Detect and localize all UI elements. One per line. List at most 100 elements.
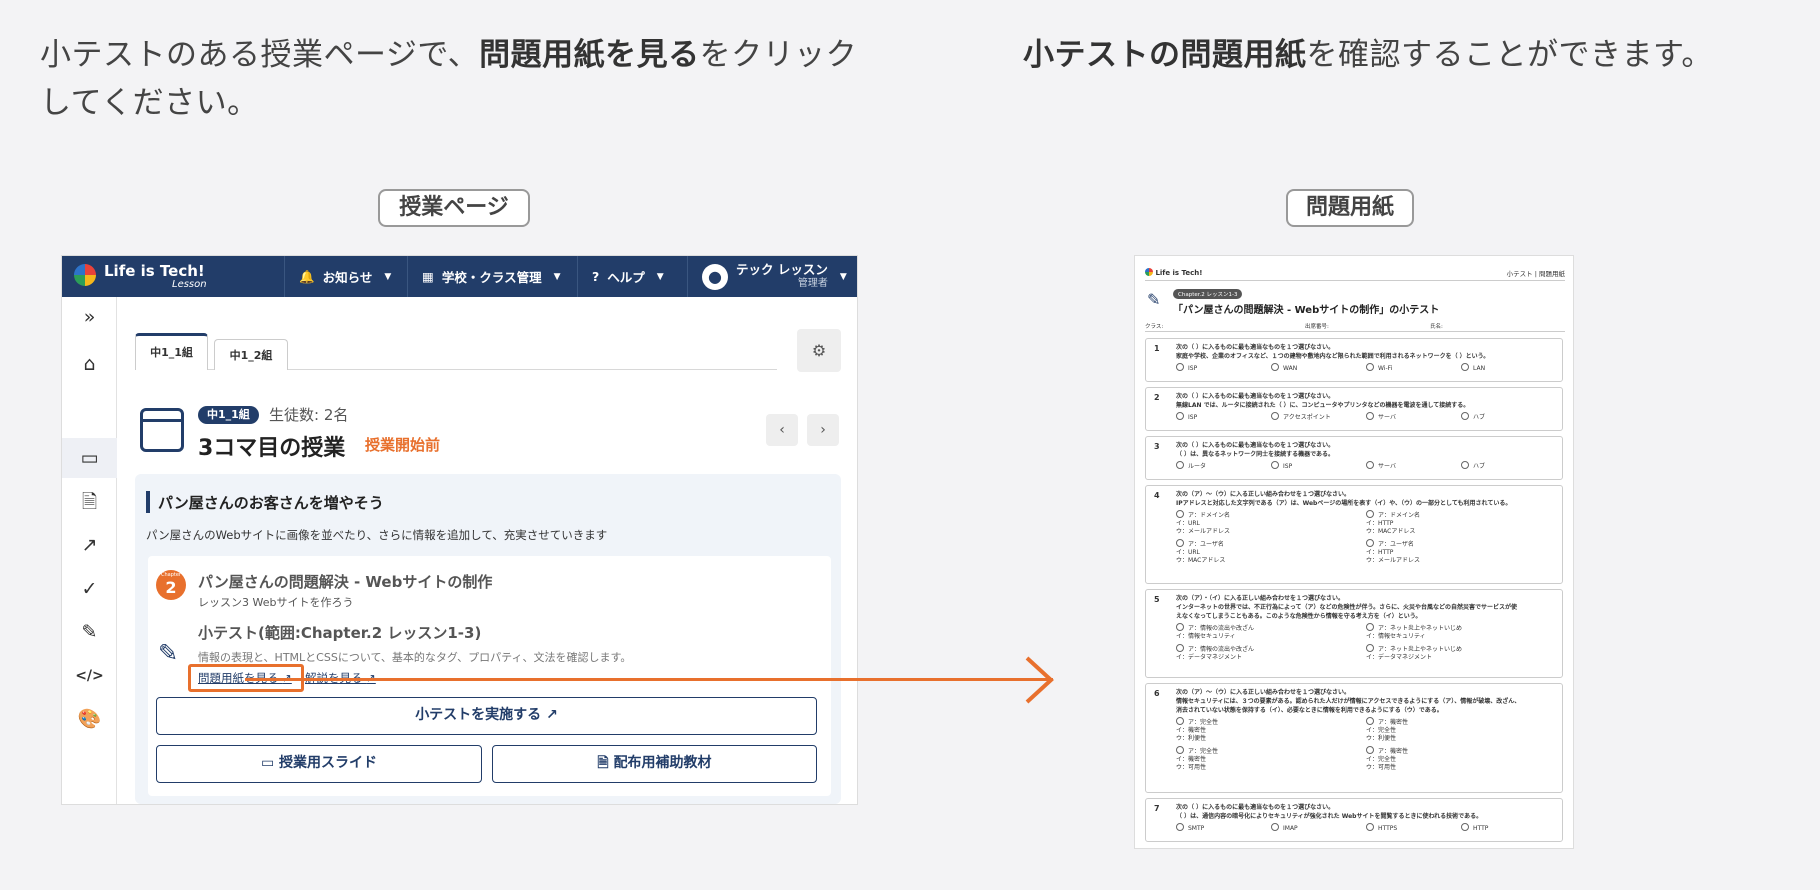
building-icon: ▦ xyxy=(422,269,434,284)
right-caption: 小テストの問題用紙を確認することができます。 xyxy=(1023,37,1713,73)
materials-button[interactable]: 🗎 配布用補助教材 xyxy=(492,745,817,783)
left-caption: 小テストのある授業ページで、問題用紙を見るをクリック してください。 xyxy=(40,37,858,121)
chevron-down-icon: ▼ xyxy=(553,271,561,282)
answer-option[interactable]: アクセスポイント xyxy=(1271,412,1331,422)
question-item: 4 次の（ア）～（ウ）に入る正しい組み合わせを１つ選びなさい。 IPアドレスと対応… xyxy=(1145,485,1563,584)
paper-logo: Life is Tech! xyxy=(1145,268,1202,277)
answer-option[interactable]: LAN xyxy=(1461,363,1485,373)
answer-option[interactable]: ハブ xyxy=(1461,461,1485,471)
tab-class-2[interactable]: 中1_2組 xyxy=(214,339,288,370)
answer-option[interactable]: Wi-Fi xyxy=(1366,363,1392,373)
arrow-head-icon xyxy=(1025,656,1054,704)
answer-option[interactable]: ア：ネット炎上やネットいじめ イ：情報セキュリティ xyxy=(1366,623,1462,641)
home-icon[interactable]: ⌂ xyxy=(62,344,117,384)
question-text: 次の（ ）に入るものに最も適当なものを１つ選びなさい。 無線LAN では、ルータ… xyxy=(1176,393,1470,409)
question-item: 3 次の（ ）に入るものに最も適当なものを１つ選びなさい。 （ ）は、異なるネット… xyxy=(1145,436,1563,480)
document-edit-icon[interactable]: 🗎 xyxy=(62,482,117,522)
answer-option[interactable]: ア：ユーザ名 イ：URL ウ：MACアドレス xyxy=(1176,539,1225,565)
answer-option[interactable]: ア：ユーザ名 イ：HTTP ウ：メールアドレス xyxy=(1366,539,1420,565)
calendar-icon xyxy=(140,408,184,452)
pen-icon[interactable]: ✎ xyxy=(62,612,117,652)
answer-option[interactable]: サーバ xyxy=(1366,461,1396,471)
prev-button[interactable]: ‹ xyxy=(766,414,798,446)
quiz-title: 小テスト(範囲:Chapter.2 レッスン1-3) xyxy=(198,624,482,642)
answer-option[interactable]: SMTP xyxy=(1176,823,1204,833)
answer-option[interactable]: ア：完全性 イ：機密性 ウ：可用性 xyxy=(1176,746,1218,772)
external-link-icon: ↗ xyxy=(546,707,558,723)
answer-option[interactable]: ア：機密性 イ：完全性 ウ：利便性 xyxy=(1366,717,1408,743)
answer-option[interactable]: ISP xyxy=(1176,412,1197,422)
answer-option[interactable]: ハブ xyxy=(1461,412,1485,422)
palette-icon[interactable]: 🎨 xyxy=(62,699,117,739)
answer-option[interactable]: ア：ドメイン名 イ：HTTP ウ：MACアドレス xyxy=(1366,510,1420,536)
tab-class-1[interactable]: 中1_1組 xyxy=(135,333,208,370)
question-text: 次の（ア）・（イ）に入る正しい組み合わせを１つ選びなさい。 インターネットの世界… xyxy=(1176,595,1517,620)
field-class: クラス: xyxy=(1145,324,1164,330)
quiz-desc: 情報の表現と、HTMLとCSSについて、基本的なタグ、プロパティ、文法を確認しま… xyxy=(198,651,632,664)
lesson-title: 3コマ目の授業 xyxy=(198,436,346,461)
expand-icon[interactable]: » xyxy=(62,297,117,337)
nav-news[interactable]: 🔔 お知らせ ▼ xyxy=(284,256,407,297)
chevron-down-icon: ▼ xyxy=(839,271,847,282)
question-number: 2 xyxy=(1154,393,1160,402)
question-text: 次の（ ）に入るものに最も適当なものを１つ選びなさい。 （ ）は、通信内容の暗号… xyxy=(1176,804,1483,820)
settings-gear-icon[interactable]: ⚙ xyxy=(797,329,841,372)
paper-header-rule xyxy=(1145,280,1565,281)
paper-pen-icon: ✎ xyxy=(1147,290,1161,309)
field-name: 氏名: xyxy=(1430,324,1443,330)
nav-school-management[interactable]: ▦ 学校・クラス管理 ▼ xyxy=(407,256,577,297)
answer-option[interactable]: ISP xyxy=(1176,363,1197,373)
question-number: 1 xyxy=(1154,344,1160,353)
question-number: 5 xyxy=(1154,595,1160,604)
code-icon[interactable]: </> xyxy=(62,656,117,696)
run-quiz-button[interactable]: 小テストを実施する ↗ xyxy=(156,697,817,735)
logo-mark-icon xyxy=(74,264,96,286)
logo-mark-icon xyxy=(1145,268,1153,276)
left-label: 授業ページ xyxy=(378,189,530,227)
answer-option[interactable]: ア：情報の流出や改ざん イ：情報セキュリティ xyxy=(1176,623,1254,641)
answer-option[interactable]: ア：ネット炎上やネットいじめ イ：データマネジメント xyxy=(1366,644,1462,662)
question-item: 5 次の（ア）・（イ）に入る正しい組み合わせを１つ選びなさい。 インターネットの世… xyxy=(1145,589,1563,678)
sidebar: » ⌂ ▭ 🗎 ↗ ✓ ✎ </> 🎨 xyxy=(62,297,117,804)
answer-option[interactable]: IMAP xyxy=(1271,823,1298,833)
answer-option[interactable]: WAN xyxy=(1271,363,1297,373)
question-number: 6 xyxy=(1154,689,1160,698)
answer-option[interactable]: サーバ xyxy=(1366,412,1396,422)
chapter-title: パン屋さんの問題解決 - Webサイトの制作 xyxy=(198,573,493,591)
terminal-icon[interactable]: ▭ xyxy=(62,438,117,478)
answer-option[interactable]: HTTPS xyxy=(1366,823,1397,833)
paper-fields-rule xyxy=(1145,331,1565,332)
bell-icon: 🔔 xyxy=(299,268,315,284)
question-item: 6 次の（ア）～（ウ）に入る正しい組み合わせを１つ選びなさい。 情報セキュリティに… xyxy=(1145,683,1563,793)
question-item: 7 次の（ ）に入るものに最も適当なものを１つ選びなさい。 （ ）は、通信内容の暗… xyxy=(1145,798,1563,842)
question-number: 3 xyxy=(1154,442,1160,451)
quiz-pen-icon: ✎ xyxy=(158,639,179,667)
answer-option[interactable]: ア：ドメイン名 イ：URL ウ：メールアドレス xyxy=(1176,510,1230,536)
question-text: 次の（ア）～（ウ）に入る正しい組み合わせを１つ選びなさい。 IPアドレスと対応し… xyxy=(1176,491,1512,507)
answer-option[interactable]: ISP xyxy=(1271,461,1292,471)
arrow-line xyxy=(245,678,1053,681)
answer-option[interactable]: ア：完全性 イ：機密性 ウ：利便性 xyxy=(1176,717,1218,743)
question-text: 次の（ア）～（ウ）に入る正しい組み合わせを１つ選びなさい。 情報セキュリティには… xyxy=(1176,689,1521,714)
nav-help[interactable]: ? ヘルプ ▼ xyxy=(577,256,687,297)
section-title: パン屋さんのお客さんを増やそう xyxy=(158,494,384,512)
question-number: 7 xyxy=(1154,804,1160,813)
next-button[interactable]: › xyxy=(807,414,839,446)
avatar: ● xyxy=(702,263,728,290)
slides-button[interactable]: ▭ 授業用スライド xyxy=(156,745,482,783)
answer-option[interactable]: ア：情報の流出や改ざん イ：データマネジメント xyxy=(1176,644,1254,662)
lesson-status: 授業開始前 xyxy=(365,436,441,454)
answer-option[interactable]: ルータ xyxy=(1176,461,1206,471)
trend-up-icon[interactable]: ↗ xyxy=(62,525,117,565)
logo[interactable]: Life is Tech! Lesson xyxy=(74,260,274,293)
chevron-down-icon: ▼ xyxy=(384,271,392,282)
answer-option[interactable]: ア：機密性 イ：完全性 ウ：可用性 xyxy=(1366,746,1408,772)
class-tabs: 中1_1組 中1_2組 xyxy=(135,333,777,370)
user-menu[interactable]: ● テック レッスン 管理者 ▼ xyxy=(687,256,857,297)
question-text: 次の（ ）に入るものに最も適当なものを１つ選びなさい。 家庭や学校、企業のオフィ… xyxy=(1176,344,1490,360)
paper-title: 「パン屋さんの問題解決 - Webサイトの制作」の小テスト xyxy=(1173,305,1440,316)
section-desc: パン屋さんのWebサイトに画像を並べたり、さらに情報を追加して、充実させていきま… xyxy=(146,528,608,542)
paper-header: 小テスト | 問題用紙 xyxy=(1506,270,1565,278)
check-circle-icon[interactable]: ✓ xyxy=(62,569,117,609)
answer-option[interactable]: HTTP xyxy=(1461,823,1488,833)
